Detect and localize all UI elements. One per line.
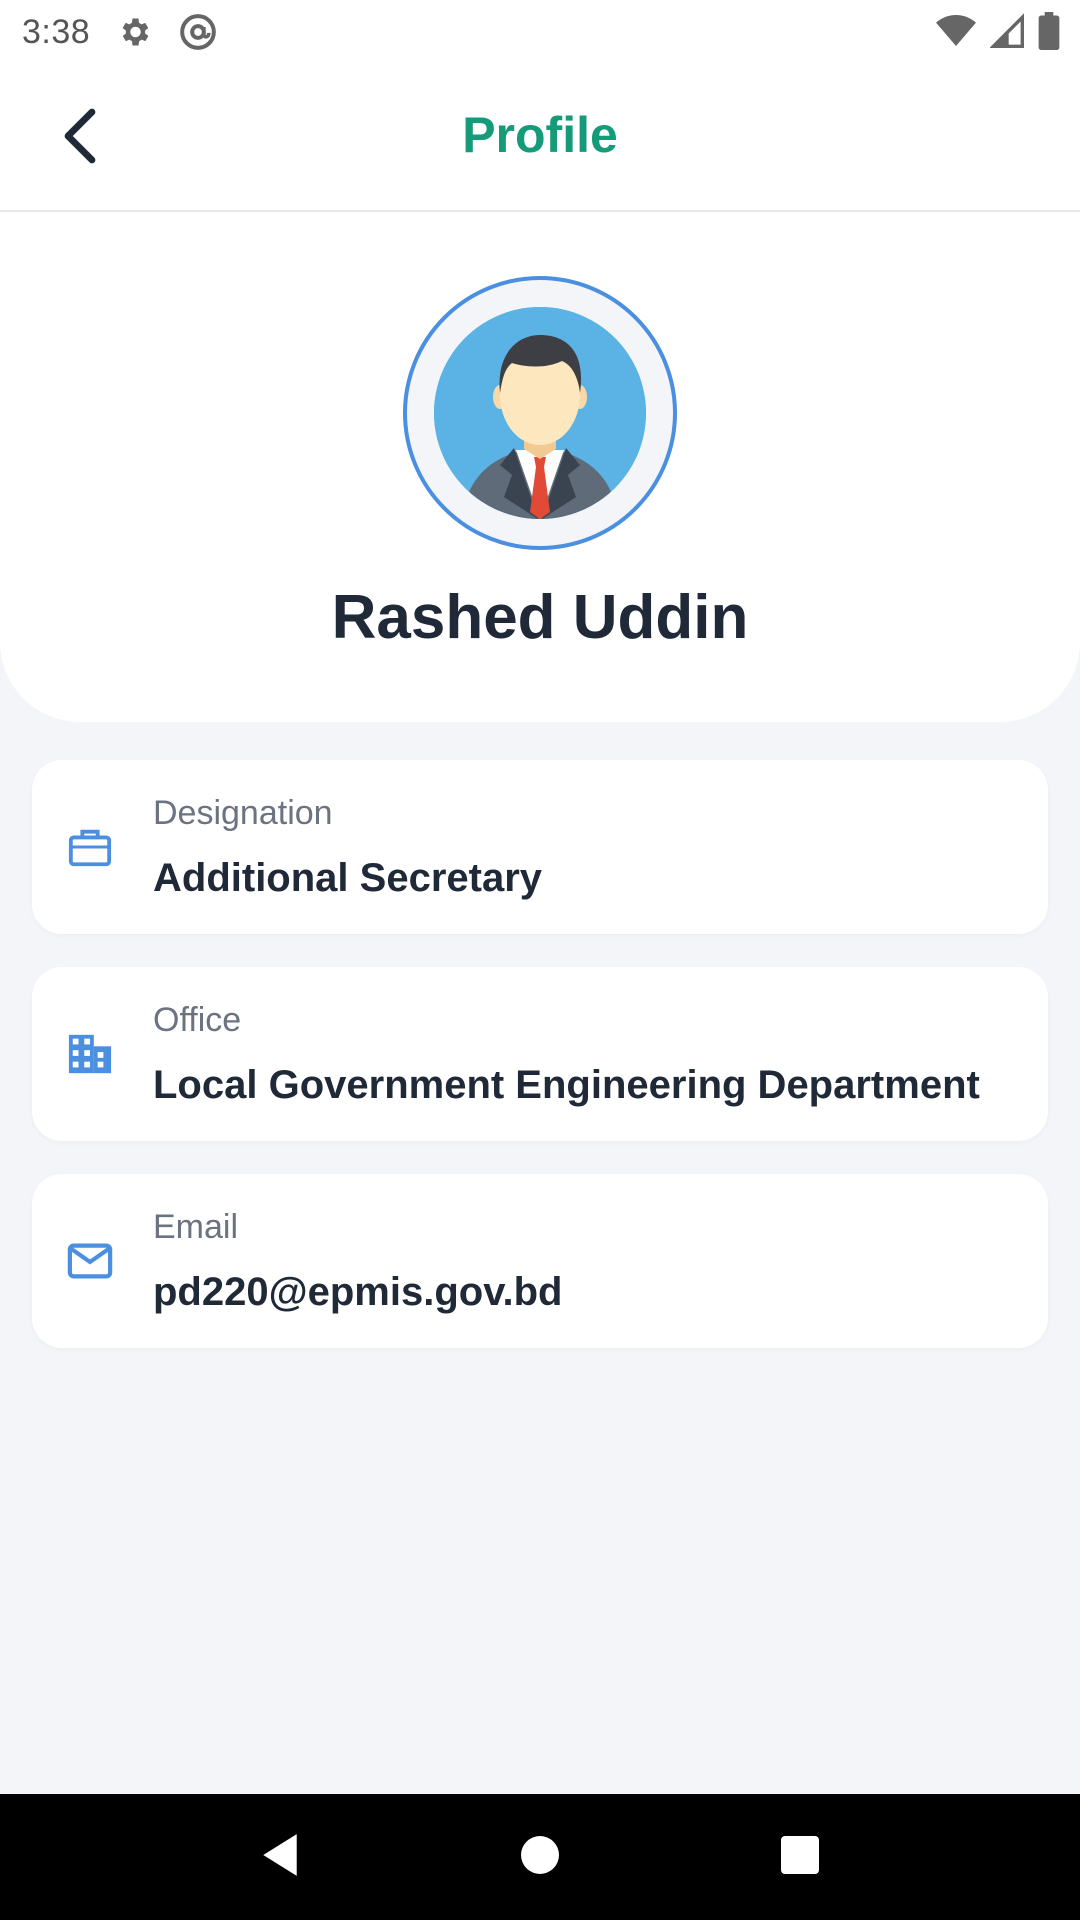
settings-icon <box>116 14 152 50</box>
office-value: Local Government Engineering Department <box>153 1063 980 1107</box>
nav-back-button[interactable] <box>240 1817 320 1897</box>
office-label: Office <box>153 1001 242 1039</box>
avatar <box>434 307 646 519</box>
profile-name: Rashed Uddin <box>331 583 749 652</box>
building-icon <box>60 1024 120 1084</box>
back-triangle-icon <box>259 1832 301 1883</box>
at-sign-icon <box>178 12 218 52</box>
office-card: Office Local Government Engineering Depa… <box>32 967 1048 1141</box>
status-time: 3:38 <box>22 12 91 51</box>
email-value: pd220@epmis.gov.bd <box>153 1270 563 1314</box>
briefcase-icon <box>60 817 120 877</box>
app-bar: Profile <box>0 64 1080 212</box>
status-bar: 3:38 <box>0 0 1080 64</box>
designation-card: Designation Additional Secretary <box>32 760 1048 934</box>
signal-icon <box>989 13 1024 54</box>
status-right-icons <box>936 12 1060 55</box>
email-label: Email <box>153 1208 239 1246</box>
email-card: Email pd220@epmis.gov.bd <box>32 1174 1048 1348</box>
avatar-ring <box>403 276 677 550</box>
nav-home-button[interactable] <box>500 1817 580 1897</box>
profile-header: Rashed Uddin <box>0 212 1080 722</box>
page-title: Profile <box>462 107 618 163</box>
recents-square-icon <box>780 1835 820 1880</box>
profile-screen: 3:38 Profile Rashed Uddin Designation Ad… <box>0 0 1080 1920</box>
home-circle-icon <box>520 1835 560 1880</box>
nav-recents-button[interactable] <box>760 1817 840 1897</box>
designation-value: Additional Secretary <box>153 856 543 900</box>
designation-label: Designation <box>153 794 333 832</box>
wifi-icon <box>936 13 976 54</box>
battery-icon <box>1038 12 1060 55</box>
mail-icon <box>60 1231 120 1291</box>
system-nav-bar <box>0 1794 1080 1920</box>
